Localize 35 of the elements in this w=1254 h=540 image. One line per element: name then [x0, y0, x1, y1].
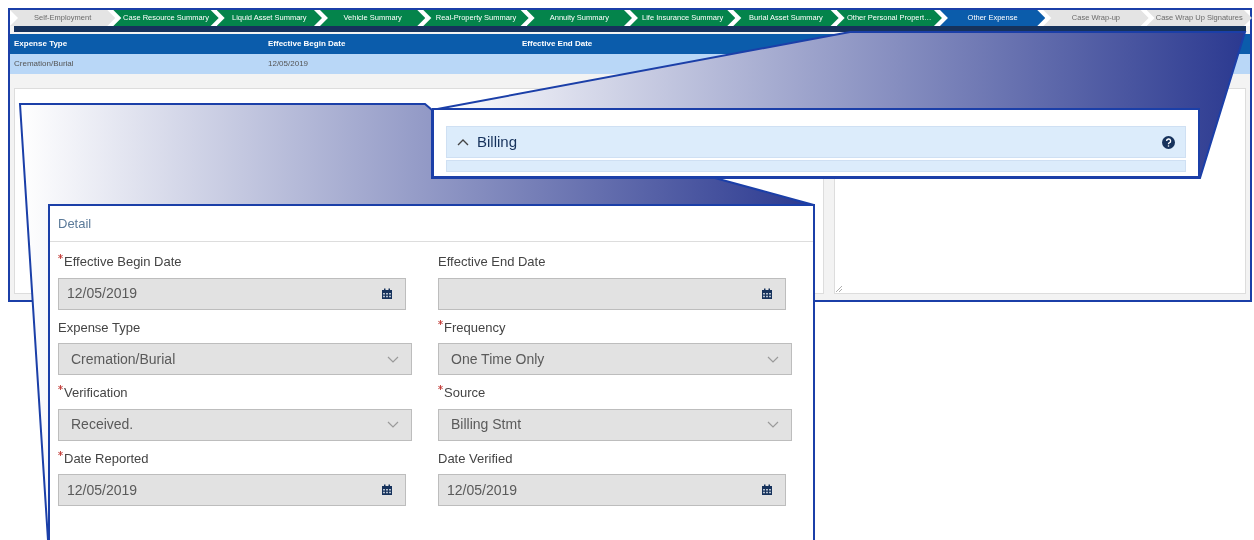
chevron-down-icon [767, 355, 779, 363]
calendar-icon[interactable] [381, 484, 393, 496]
select-field[interactable]: One Time Only [438, 343, 792, 375]
date-field[interactable]: 12/05/2019 [58, 277, 406, 310]
calendar-icon[interactable] [761, 287, 773, 300]
select-field[interactable]: Received. [58, 408, 412, 441]
field-label: Expense Type [58, 318, 141, 337]
column-header: Expense Type [13, 38, 69, 50]
chevron-down-icon [387, 421, 399, 428]
select-field[interactable]: Cremation/Burial [58, 343, 412, 375]
field-label: Date Verified [438, 449, 513, 468]
table-cell-text: 12/05/2019 [267, 58, 310, 70]
field-label: Frequency [444, 318, 506, 337]
chevron-down-icon [767, 421, 779, 428]
field-label: Effective Begin Date [64, 253, 182, 271]
date-field[interactable]: 12/05/2019 [438, 474, 786, 506]
field-label: Date Reported [64, 449, 149, 468]
column-header: Effective Begin Date [267, 38, 347, 50]
section-title: Billing [477, 131, 519, 152]
resize-grip-icon[interactable] [836, 286, 842, 292]
field-label: Effective End Date [438, 253, 546, 271]
chevron-down-icon [387, 355, 399, 363]
column-header: Effective End Date [521, 38, 594, 50]
table-cell-text: Cremation/Burial [13, 58, 75, 70]
date-field[interactable] [438, 277, 786, 310]
field-label: Source [444, 384, 486, 402]
card-title: Detail [58, 214, 92, 233]
field-label: Verification [64, 384, 128, 402]
help-icon[interactable] [1162, 135, 1175, 149]
date-field[interactable]: 12/05/2019 [58, 474, 406, 506]
calendar-icon[interactable] [381, 287, 393, 300]
billing-section-header[interactable]: Billing [446, 126, 1186, 158]
calendar-icon[interactable] [761, 484, 773, 496]
chevron-up-icon [457, 138, 469, 146]
select-field[interactable]: Billing Stmt [438, 408, 792, 441]
